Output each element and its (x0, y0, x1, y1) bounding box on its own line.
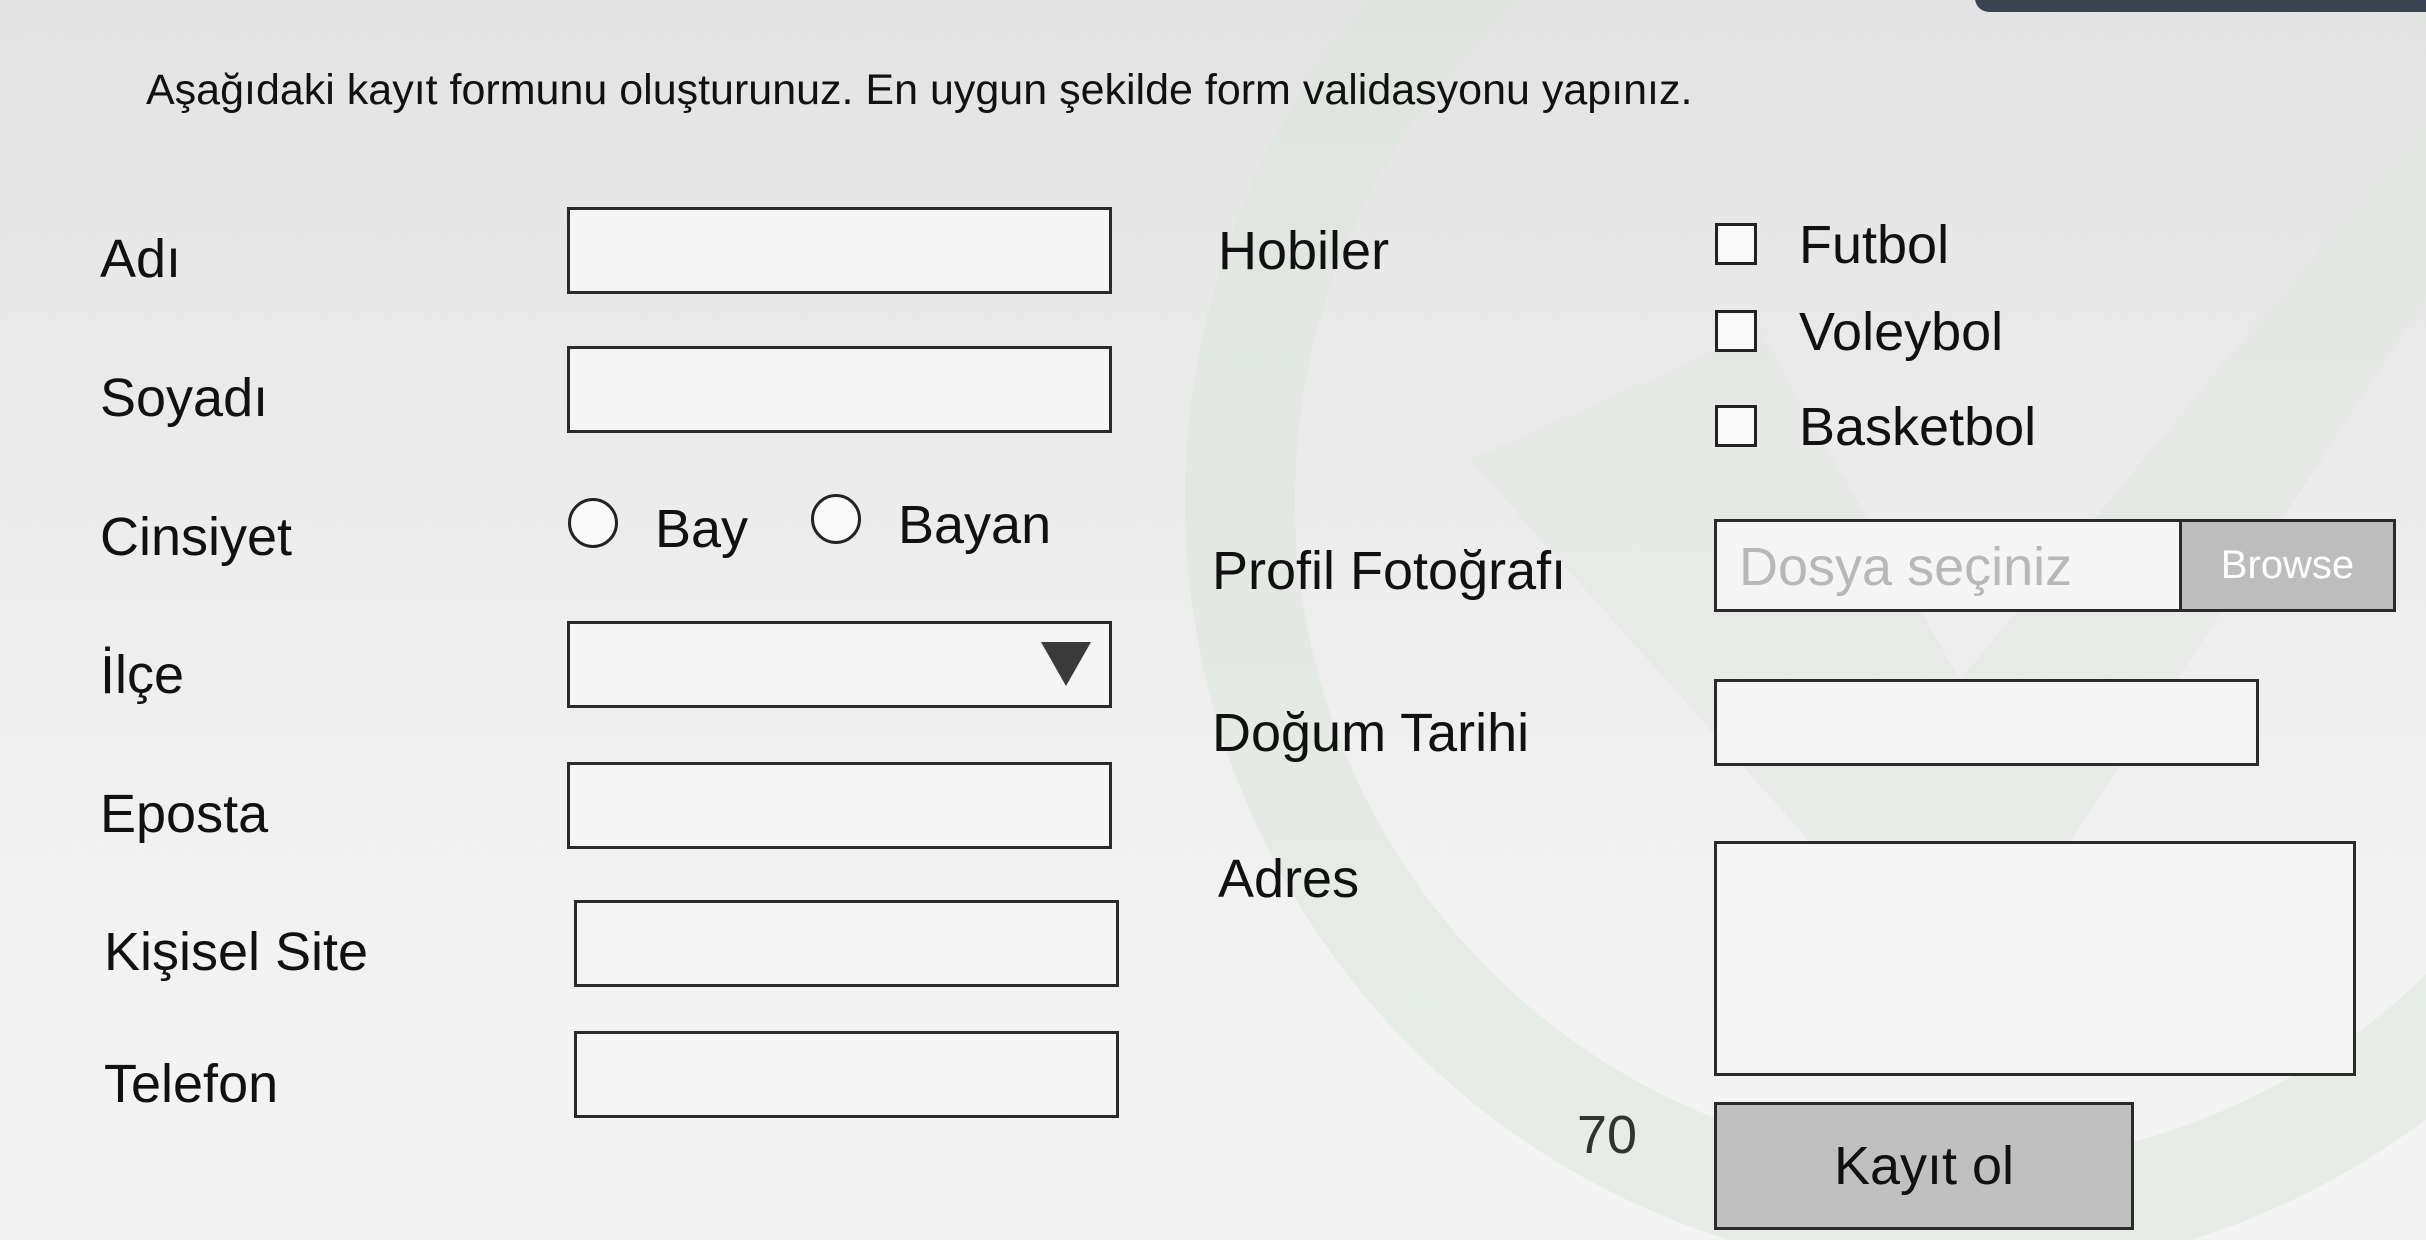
email-input[interactable] (567, 762, 1112, 849)
first-name-label: Adı (100, 229, 182, 289)
gender-radio-bayan[interactable] (811, 494, 861, 544)
birthdate-label: Doğum Tarihi (1212, 703, 1530, 763)
hobby-checkbox-voleybol[interactable] (1715, 310, 1757, 352)
district-select[interactable] (567, 621, 1112, 708)
first-name-input[interactable] (567, 207, 1112, 294)
hobby-checkbox-basketbol[interactable] (1715, 405, 1757, 447)
hobby-basketbol-label: Basketbol (1799, 397, 2037, 457)
photo-placeholder: Dosya seçiniz (1739, 537, 2073, 597)
birthdate-input[interactable] (1714, 679, 2259, 766)
hobbies-label: Hobiler (1218, 221, 1390, 281)
hobby-futbol-label: Futbol (1799, 215, 1950, 275)
email-label: Eposta (100, 784, 269, 844)
photo-file-input[interactable]: Dosya seçiniz Browse (1714, 519, 2396, 612)
corner-image-fragment (1975, 0, 2426, 12)
address-label: Adres (1218, 849, 1360, 909)
address-textarea[interactable] (1714, 841, 2356, 1076)
photo-label: Profil Fotoğrafı (1212, 541, 1567, 601)
instruction-text: Aşağıdaki kayıt formunu oluşturunuz. En … (146, 66, 1693, 114)
website-input[interactable] (574, 900, 1119, 987)
website-label: Kişisel Site (104, 922, 369, 982)
last-name-label: Soyadı (100, 368, 269, 428)
phone-input[interactable] (574, 1031, 1119, 1118)
phone-label: Telefon (104, 1054, 279, 1114)
last-name-input[interactable] (567, 346, 1112, 433)
hobby-checkbox-futbol[interactable] (1715, 223, 1757, 265)
gender-label: Cinsiyet (100, 507, 293, 567)
gender-option-bayan-label: Bayan (898, 495, 1052, 555)
gender-radio-bay[interactable] (568, 498, 618, 548)
browse-button[interactable]: Browse (2179, 522, 2393, 609)
district-label: İlçe (100, 645, 185, 705)
gender-option-bay-label: Bay (655, 499, 749, 559)
triangle-down-icon (1041, 642, 1091, 686)
slide-number: 70 (1577, 1105, 1638, 1165)
hobby-voleybol-label: Voleybol (1799, 302, 2004, 362)
submit-button[interactable]: Kayıt ol (1714, 1102, 2134, 1230)
